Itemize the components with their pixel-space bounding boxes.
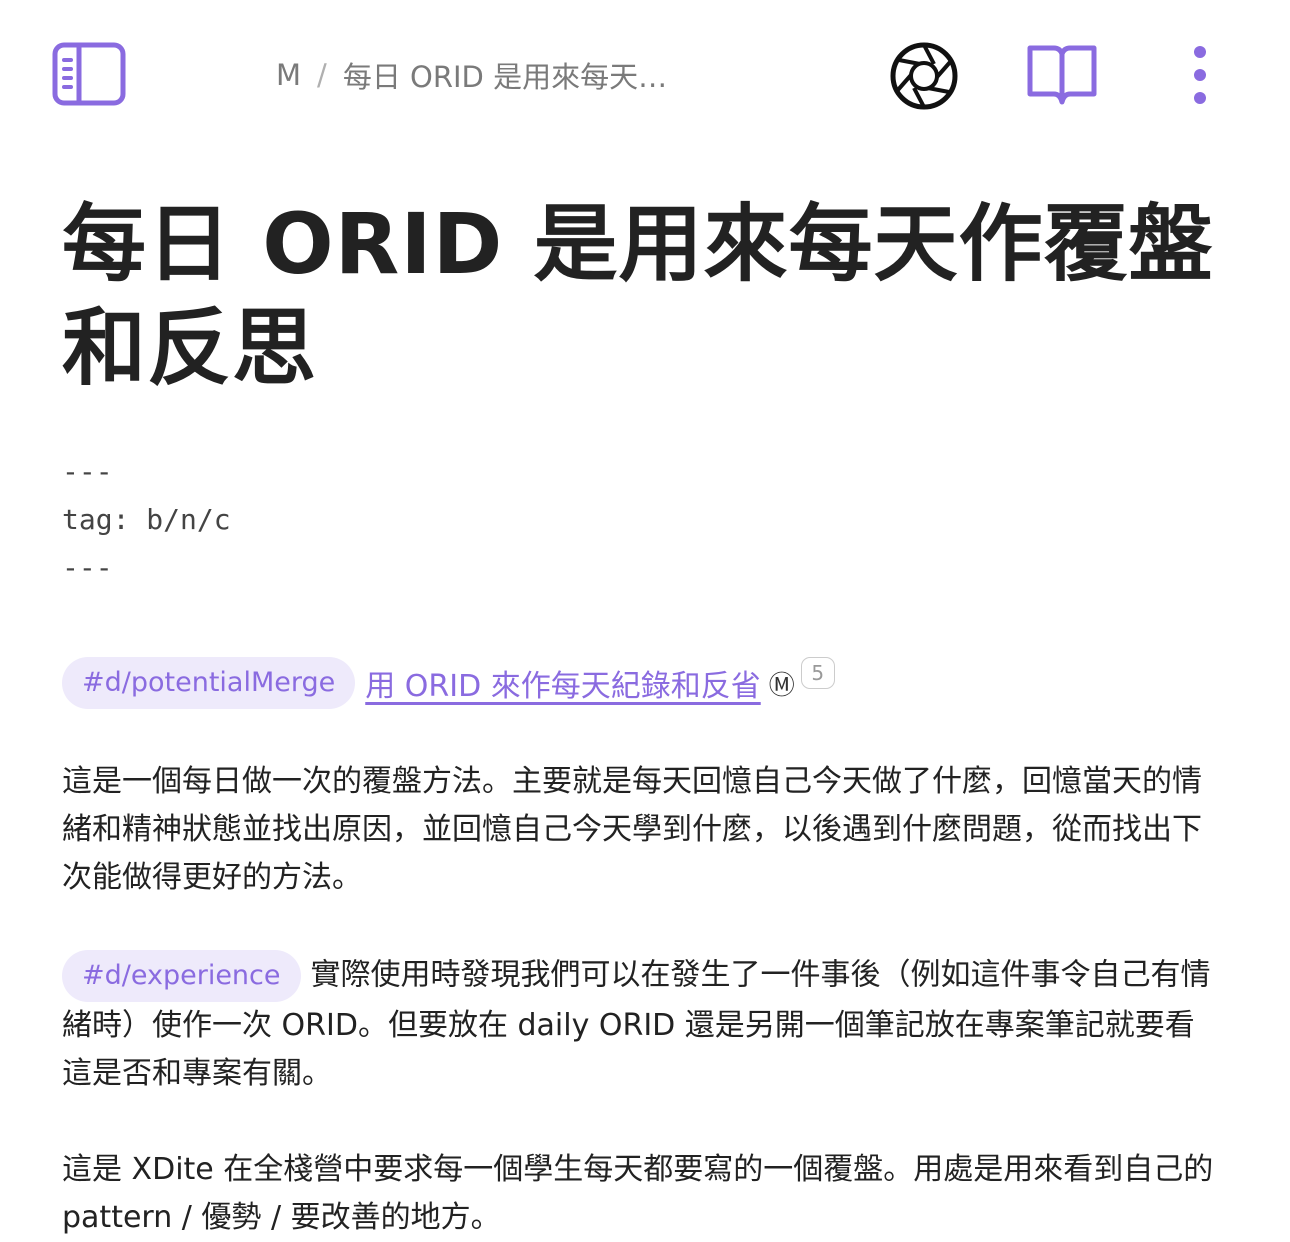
- backlink-count-badge[interactable]: 5: [800, 657, 835, 689]
- frontmatter-block[interactable]: --- tag: b/n/c ---: [62, 448, 1222, 592]
- camera-aperture-icon: [890, 42, 958, 110]
- top-toolbar: M / 每日 ORID 是用來每天…: [0, 0, 1290, 150]
- page-title: 每日 ORID 是用來每天作覆盤和反思: [62, 195, 1214, 397]
- paragraph-intro: 這是一個每日做一次的覆盤方法。主要就是每天回憶自己今天做了什麼，回憶當天的情緒和…: [62, 764, 1202, 895]
- frontmatter-open: ---: [62, 455, 113, 488]
- breadcrumb: M / 每日 ORID 是用來每天…: [276, 52, 667, 98]
- tag-experience[interactable]: #d/experience: [62, 950, 301, 1002]
- book-open-icon: [1027, 45, 1097, 105]
- paragraph-experience: #d/experience 實際使用時發現我們可以在發生了一件事後（例如這件事令自…: [62, 950, 1222, 1098]
- breadcrumb-separator: /: [317, 58, 327, 92]
- m-circle-icon: Ⓜ: [768, 670, 795, 701]
- paragraph-xdite: 這是 XDite 在全棧營中要求每一個學生每天都要寫的一個覆盤。用處是用來看到自…: [62, 1152, 1214, 1235]
- frontmatter-close: ---: [62, 551, 113, 584]
- more-vertical-icon: [1194, 46, 1206, 104]
- reading-view-button[interactable]: [1026, 42, 1098, 108]
- camera-button[interactable]: [888, 40, 960, 112]
- merge-tag-row: #d/potentialMerge 用 ORID 來作每天紀錄和反省 Ⓜ 5: [62, 656, 1222, 710]
- internal-link[interactable]: 用 ORID 來作每天紀錄和反省: [365, 661, 760, 705]
- sidebar-toggle-icon: [52, 42, 126, 106]
- tag-potential-merge[interactable]: #d/potentialMerge: [62, 657, 356, 709]
- frontmatter-tag-line: tag: b/n/c: [62, 503, 231, 536]
- breadcrumb-root[interactable]: M: [276, 58, 301, 92]
- note-content: 每日 ORID 是用來每天作覆盤和反思 --- tag: b/n/c --- #…: [62, 192, 1222, 1242]
- more-options-button[interactable]: [1180, 44, 1220, 106]
- breadcrumb-current[interactable]: 每日 ORID 是用來每天…: [343, 54, 667, 96]
- sidebar-toggle-button[interactable]: [52, 42, 128, 108]
